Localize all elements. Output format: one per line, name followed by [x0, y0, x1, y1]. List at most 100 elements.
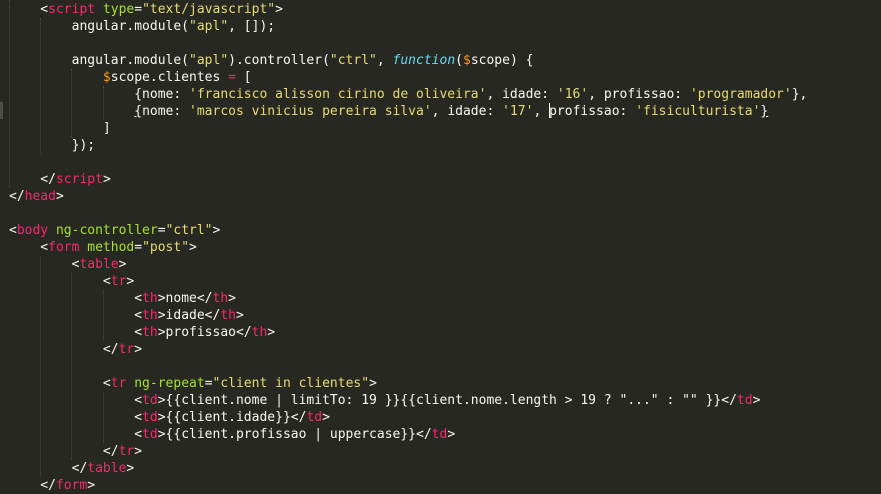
code-token: ,	[376, 53, 393, 68]
code-line[interactable]: <th>idade</th>	[9, 307, 244, 324]
code-token: >nome</	[157, 291, 213, 306]
code-token: th	[142, 308, 158, 323]
code-line[interactable]: </head>	[9, 188, 64, 205]
code-token: <	[9, 325, 143, 340]
code-token: ng-repeat	[134, 376, 205, 391]
code-line[interactable]: <form method="post">	[9, 239, 197, 256]
code-token: form	[55, 478, 88, 493]
code-token: ).controller(	[228, 53, 330, 68]
code-token: td	[142, 393, 158, 408]
code-line[interactable]: </script>	[9, 171, 111, 188]
code-line[interactable]: </tr>	[9, 443, 142, 460]
code-token: <	[9, 308, 143, 323]
code-token: >	[752, 393, 761, 408]
code-token: >	[228, 291, 236, 306]
code-editor[interactable]: <script type="text/javascript"> angular.…	[0, 0, 881, 494]
code-line[interactable]: });	[9, 137, 95, 154]
code-token: >profissao</	[157, 325, 252, 340]
code-line[interactable]: <script type="text/javascript">	[9, 1, 283, 18]
code-line[interactable]: {nome: 'marcos vinicius pereira silva', …	[9, 103, 768, 120]
code-token: >	[369, 376, 377, 391]
code-line[interactable]: <td>{{client.idade}}</td>	[9, 409, 330, 426]
code-token: >	[447, 427, 456, 442]
code-token: th	[220, 308, 236, 323]
code-token: td	[142, 410, 158, 425]
code-token: {nome:	[9, 87, 190, 102]
code-token: "client in clientes"	[212, 376, 370, 391]
code-token: td	[306, 410, 323, 425]
code-token: >	[236, 308, 244, 323]
code-line[interactable]: <tr ng-repeat="client in clientes">	[9, 375, 377, 392]
code-token: </	[9, 172, 56, 187]
code-token: $	[102, 70, 111, 85]
code-token: =	[204, 376, 213, 391]
code-token: "apl"	[189, 53, 229, 68]
code-token: </	[9, 444, 119, 459]
code-line[interactable]: <th>nome</th>	[9, 290, 236, 307]
code-token: 'marcos vinicius pereira silva'	[189, 104, 432, 119]
current-line-marker	[0, 102, 3, 119]
code-token: <	[9, 240, 49, 255]
code-token: , idade:	[431, 104, 503, 119]
code-token: >	[275, 2, 283, 17]
code-token: 'programador'	[689, 87, 792, 102]
code-token: >	[55, 189, 64, 204]
code-token: (	[455, 53, 463, 68]
code-token: script	[48, 2, 96, 17]
code-line[interactable]: </form>	[9, 477, 95, 494]
code-token: method	[87, 240, 135, 255]
code-token: </	[9, 478, 56, 493]
code-token: </	[9, 189, 25, 204]
code-token: scope.clientes	[110, 70, 229, 85]
code-line[interactable]: </tr>	[9, 341, 142, 358]
code-line[interactable]: <td>{{client.nome | limitTo: 19 }}{{clie…	[9, 392, 760, 409]
code-token: th	[212, 291, 229, 306]
code-token: profissao:	[549, 104, 636, 119]
code-token: >	[134, 444, 143, 459]
code-token: <	[9, 376, 111, 391]
code-token: , []);	[228, 19, 276, 34]
code-line[interactable]: $scope.clientes = [	[9, 69, 252, 86]
code-line[interactable]: </table>	[9, 460, 135, 477]
code-line[interactable]: ]	[9, 120, 111, 137]
code-token: }	[760, 104, 769, 119]
code-token: =	[157, 223, 166, 238]
code-token: '17'	[502, 104, 534, 119]
code-line[interactable]: <tr>	[9, 273, 134, 290]
code-token: },	[791, 87, 808, 102]
code-token: tr	[118, 342, 135, 357]
code-line[interactable]: <td>{{client.profissao | uppercase}}</td…	[9, 426, 455, 443]
code-token: >idade</	[157, 308, 221, 323]
code-token: form	[48, 240, 80, 255]
code-token: tr	[110, 376, 127, 391]
code-token: "post"	[142, 240, 190, 255]
code-token: nome:	[142, 104, 190, 119]
code-token: =	[134, 240, 143, 255]
code-token: tr	[110, 274, 127, 289]
code-token: table	[79, 257, 119, 272]
code-token: th	[142, 325, 158, 340]
code-line[interactable]: angular.module("apl", []);	[9, 18, 276, 35]
code-token: <	[9, 427, 143, 442]
code-line[interactable]: <th>profissao</th>	[9, 324, 275, 341]
code-token: <	[9, 410, 143, 425]
code-token: <	[9, 2, 49, 17]
code-token: td	[142, 427, 158, 442]
code-token: td	[736, 393, 753, 408]
code-token: >{{client.idade}}</	[157, 410, 307, 425]
code-token: angular.module(	[9, 53, 190, 68]
code-token: <	[9, 223, 17, 238]
code-token: >	[102, 172, 111, 187]
code-line[interactable]: angular.module("apl").controller("ctrl",…	[9, 52, 534, 69]
code-line[interactable]: {nome: 'francisco alisson cirino de oliv…	[9, 86, 807, 103]
code-token: >	[189, 240, 197, 255]
code-line[interactable]: <body ng-controller="ctrl">	[9, 222, 220, 239]
code-token: });	[9, 138, 96, 153]
code-token: </	[9, 342, 119, 357]
code-line[interactable]: <table>	[9, 256, 127, 273]
code-token: <	[9, 393, 143, 408]
code-token: ]	[9, 121, 111, 136]
